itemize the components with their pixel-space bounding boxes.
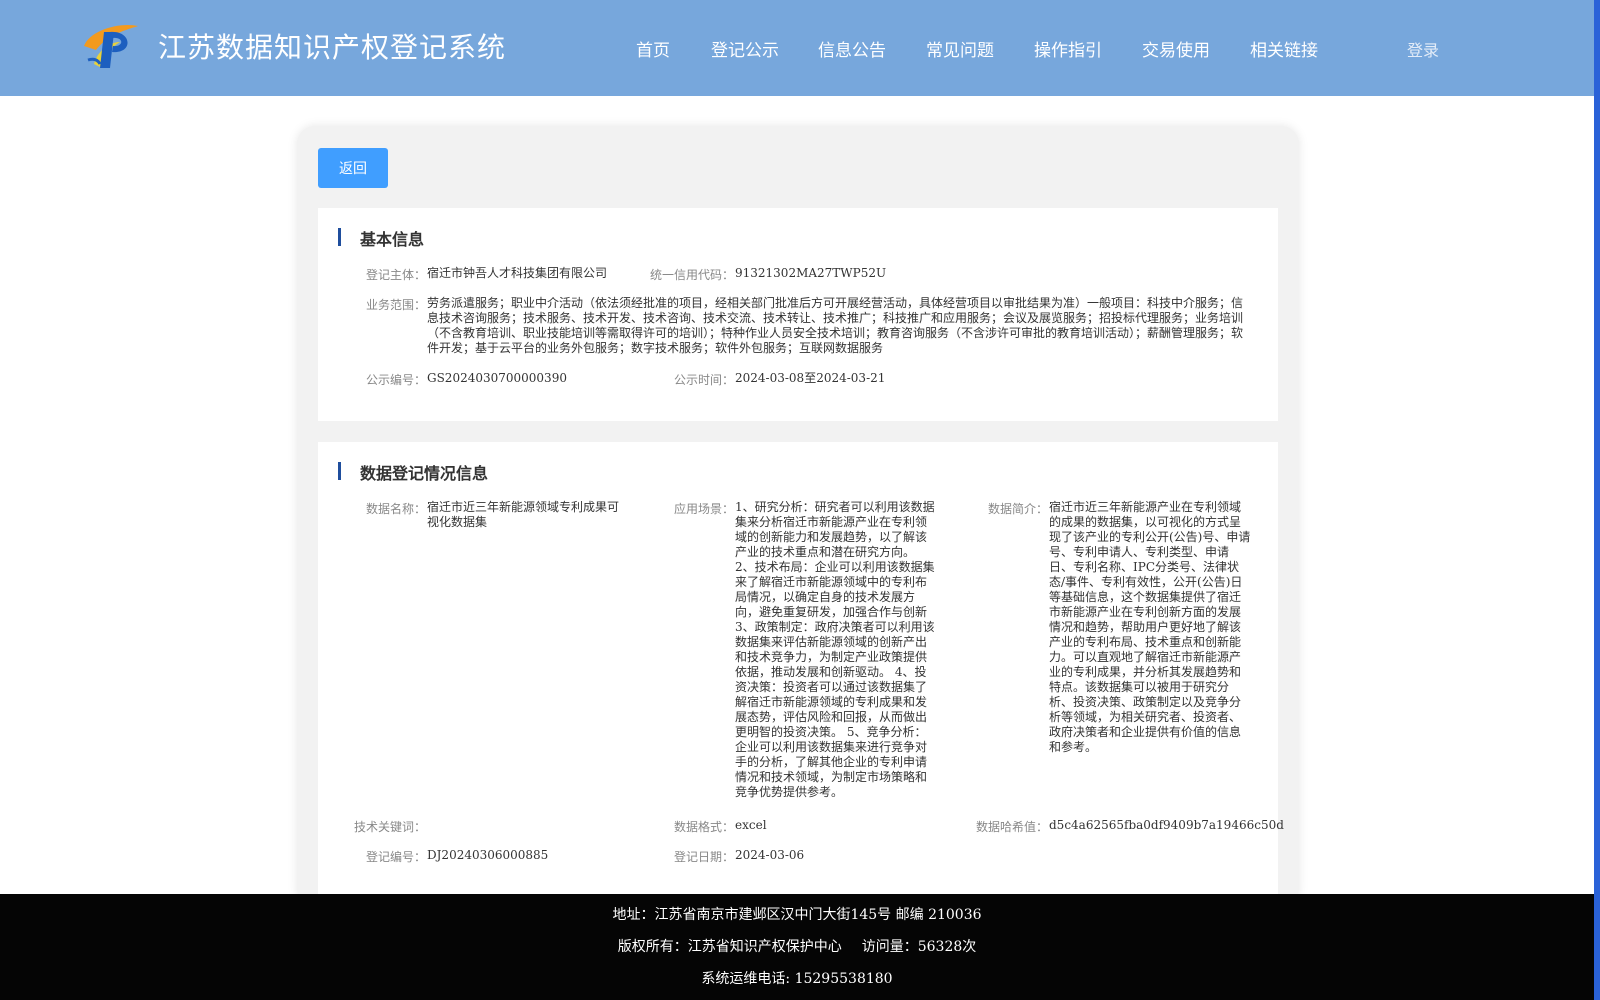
data-name-label: 数据名称：	[365, 502, 426, 516]
page-edge-strip	[1594, 0, 1600, 1000]
scenario-label: 应用场景：	[673, 502, 734, 516]
footer-phone: 系统运维电话: 15295538180	[701, 971, 893, 987]
summary-label: 数据简介：	[987, 502, 1048, 516]
format-value: excel	[735, 818, 767, 832]
site-footer: 地址：江苏省南京市建邺区汉中门大街145号 邮编 210036 版权所有：江苏省…	[0, 894, 1594, 1000]
nav-links[interactable]: 相关链接	[1250, 36, 1318, 61]
reg-no-label: 登记编号：	[365, 850, 426, 864]
notice-no-label: 公示编号：	[365, 373, 426, 387]
footer-copyright: 版权所有：江苏省知识产权保护中心	[617, 939, 842, 955]
notice-time-value: 2024-03-08至2024-03-21	[735, 371, 885, 386]
nav-home[interactable]: 首页	[636, 36, 670, 61]
login-link[interactable]: 登录	[1407, 37, 1439, 61]
notice-no-value: GS2024030700000390	[427, 371, 567, 385]
registration-info-panel: 数据登记情况信息 数据名称： 宿迁市近三年新能源领域专利成果可视化数据集 应用场…	[318, 442, 1284, 902]
summary-value: 宿迁市近三年新能源产业在专利领域的成果的数据集，以可视化的方式呈现了该产业的专利…	[1049, 500, 1251, 754]
credit-code-value: 91321302MA27TWP52U	[735, 266, 887, 280]
nav-announcements[interactable]: 信息公告	[818, 36, 886, 61]
back-button[interactable]: 返回	[318, 148, 388, 188]
section-title-basic: 基本信息	[338, 226, 424, 250]
notice-start: 2024-03-08	[735, 371, 805, 385]
registrant-value: 宿迁市钟吾人才科技集团有限公司	[427, 266, 608, 280]
nav-trading[interactable]: 交易使用	[1142, 36, 1210, 61]
nav-guide[interactable]: 操作指引	[1034, 36, 1102, 61]
basic-info-panel: 基本信息 登记主体： 宿迁市钟吾人才科技集团有限公司 统一信用代码： 91321…	[318, 208, 1278, 421]
p-logo-icon[interactable]	[80, 20, 140, 72]
scope-label: 业务范围：	[365, 298, 426, 312]
registrant-label: 登记主体：	[365, 268, 426, 282]
hash-value: d5c4a62565fba0df9409b7a19466c50d	[1049, 818, 1284, 832]
reg-no-value: DJ20240306000885	[427, 848, 549, 862]
reg-date-value: 2024-03-06	[735, 848, 805, 862]
data-name-value: 宿迁市近三年新能源领域专利成果可视化数据集	[427, 500, 620, 529]
site-header: 江苏数据知识产权登记系统 首页 登记公示 信息公告 常见问题 操作指引 交易使用…	[0, 0, 1594, 96]
footer-visits: 访问量：56328次	[861, 939, 977, 955]
section-title-registration: 数据登记情况信息	[338, 460, 488, 484]
reg-date-label: 登记日期：	[673, 850, 734, 864]
site-title: 江苏数据知识产权登记系统	[158, 31, 507, 64]
scope-value: 劳务派遣服务；职业中介活动（依法须经批准的项目，经相关部门批准后方可开展经营活动…	[427, 296, 1244, 355]
credit-code-label: 统一信用代码：	[649, 268, 734, 282]
format-label: 数据格式：	[673, 820, 734, 834]
keywords-label: 技术关键词：	[353, 820, 426, 834]
notice-end: 2024-03-21	[816, 371, 886, 385]
hash-label: 数据哈希值：	[975, 820, 1048, 834]
notice-time-label: 公示时间：	[673, 373, 734, 387]
nav-faq[interactable]: 常见问题	[926, 36, 994, 61]
notice-to: 至	[804, 371, 817, 385]
nav-registration-notice[interactable]: 登记公示	[711, 36, 779, 61]
scenario-value: 1、研究分析：研究者可以利用该数据集来分析宿迁市新能源产业在专利领域的创新能力和…	[735, 500, 935, 799]
footer-address: 地址：江苏省南京市建邺区汉中门大街145号 邮编 210036	[612, 907, 982, 923]
footer-copyright-line: 版权所有：江苏省知识产权保护中心 访问量：56328次	[0, 936, 1594, 956]
